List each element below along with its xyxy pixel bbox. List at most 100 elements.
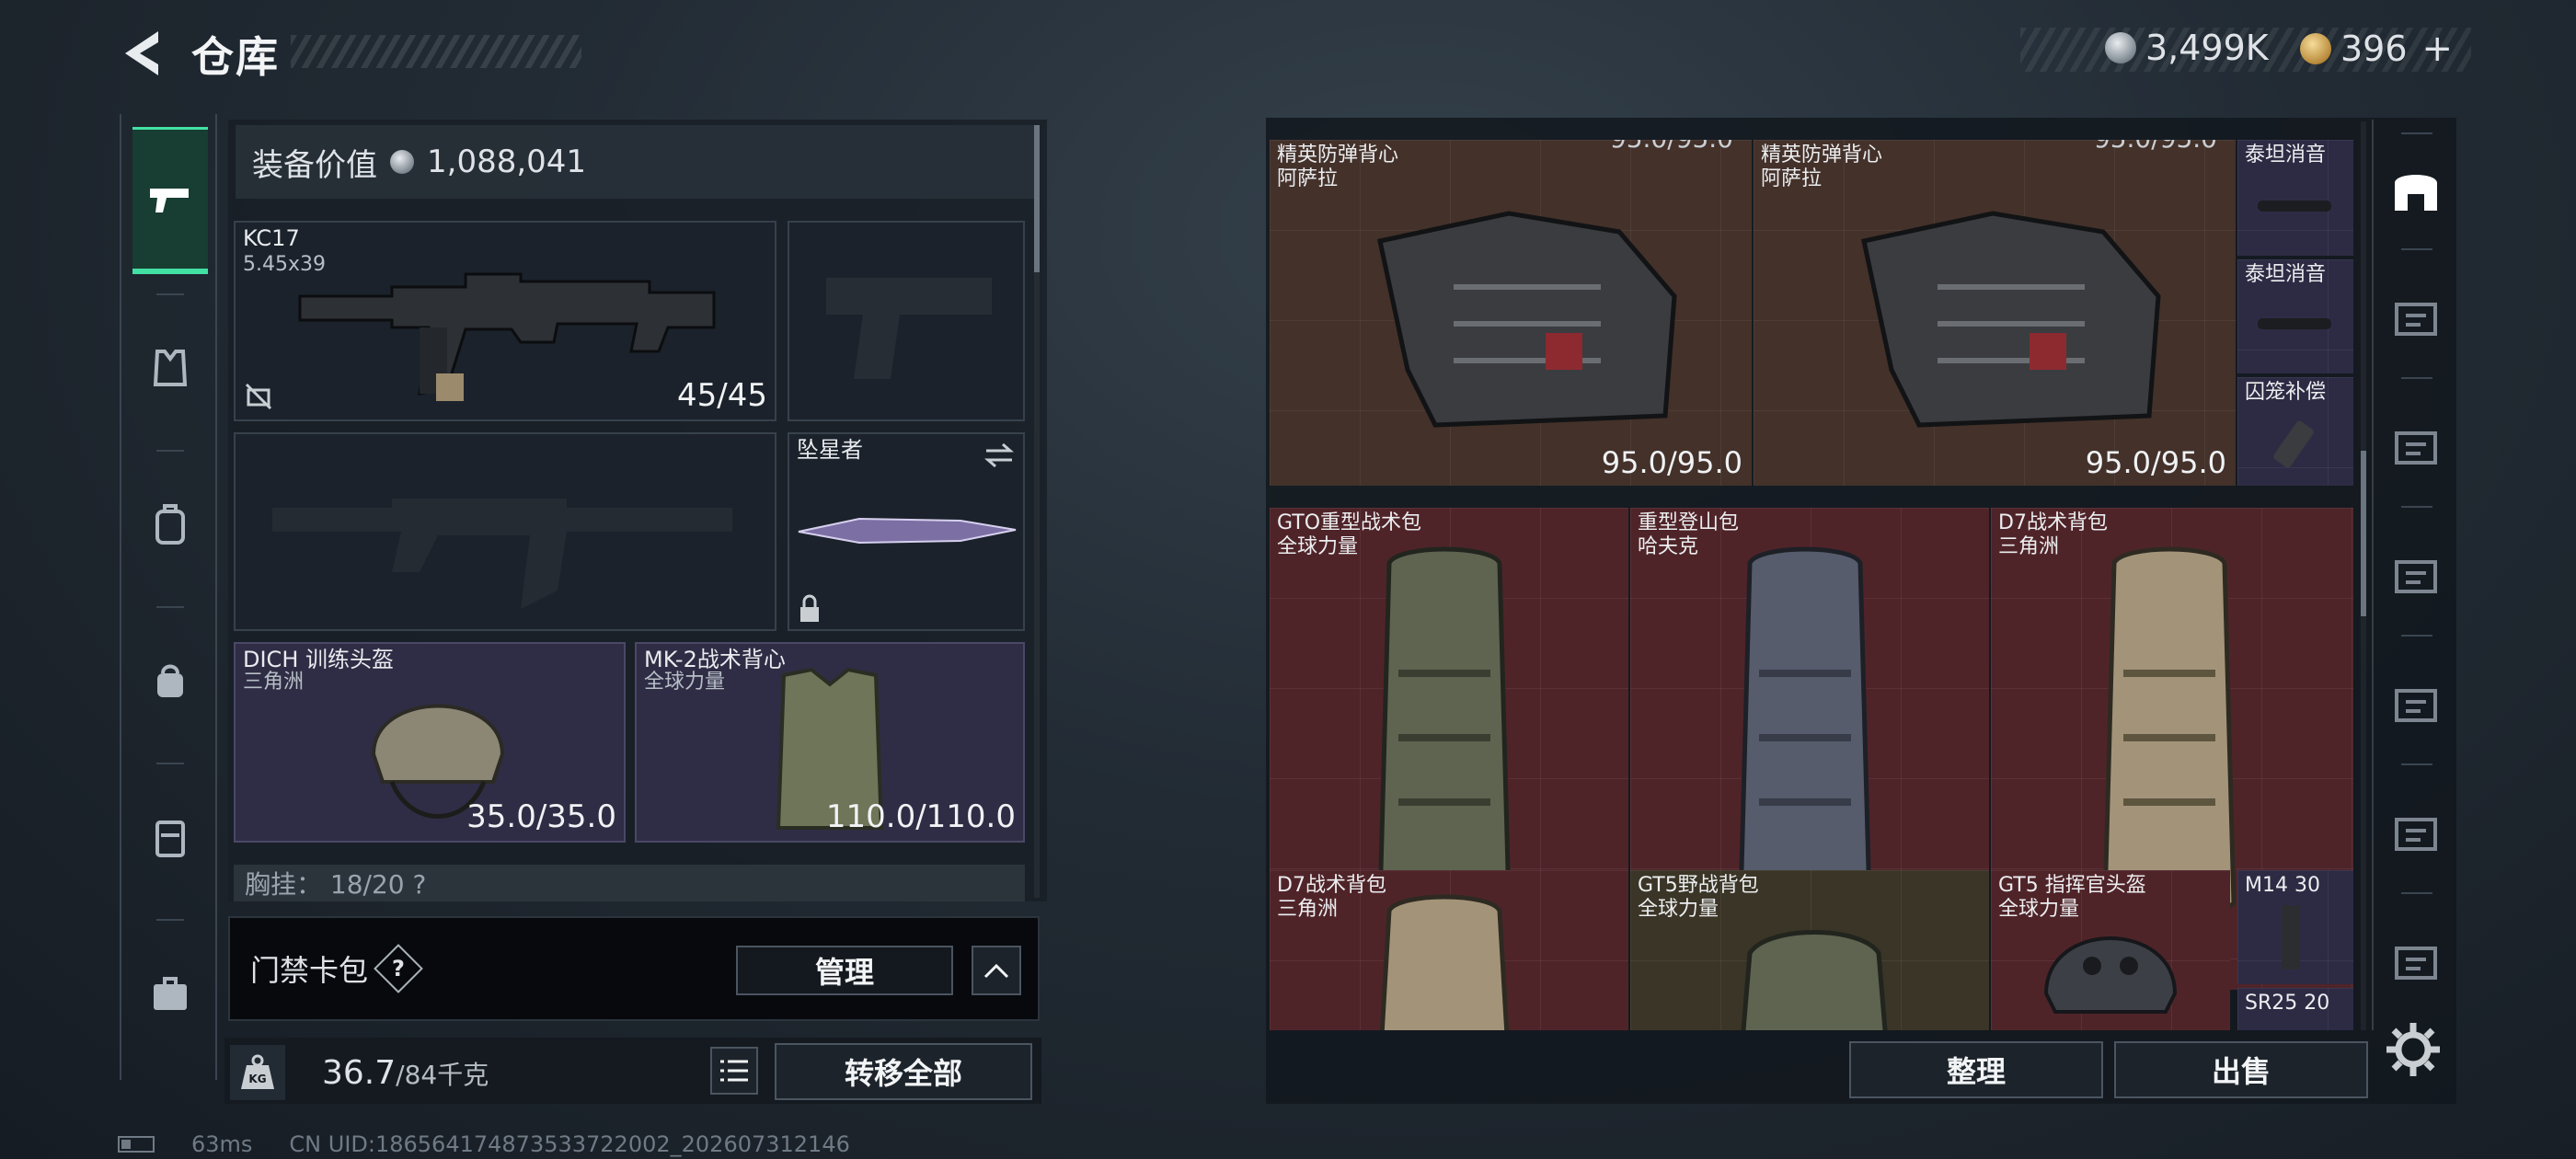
weight-max: /84千克 [396, 1060, 489, 1090]
storage-item[interactable]: SR25 20 [2237, 988, 2353, 1030]
storage-tab-main[interactable] [2383, 156, 2449, 223]
back-arrow-icon[interactable] [116, 26, 167, 81]
briefcase-icon [154, 977, 187, 1010]
item-name: 泰坦消音 [2245, 143, 2327, 166]
item-name: M14 30 [2245, 874, 2320, 897]
melee-slot[interactable]: 坠星者 [788, 432, 1025, 631]
item-brand: 全球力量 [1277, 535, 1359, 558]
storage-scroll-thumb[interactable] [2361, 451, 2366, 616]
lock-icon [800, 594, 819, 622]
silencer-icon [2258, 318, 2331, 329]
storage-item[interactable]: 95.0/95.0 精英防弹背心 阿萨拉 95.0/95.0 [1270, 140, 1752, 486]
uid: CN UID:18656417487353372200​2_2026073121… [289, 1131, 850, 1157]
gold-coin-icon [2300, 33, 2331, 64]
storage-item[interactable]: 囚笼补偿 [2237, 377, 2353, 486]
storage-home-icon [2395, 175, 2437, 211]
equipment-scroll-thumb[interactable] [1034, 125, 1040, 272]
item-durability: 95.0/95.0 [2085, 445, 2226, 480]
swap-icon[interactable] [983, 442, 1016, 469]
item-brand: 三角洲 [1277, 898, 1339, 921]
currency-primary-value: 3,499K [2145, 28, 2269, 68]
nav-backpack[interactable] [132, 451, 208, 598]
item-durability-top: 95.0/95.0 [2094, 140, 2217, 154]
helmet-icon [2043, 936, 2178, 1014]
collapse-button[interactable] [972, 946, 1021, 995]
equipment-value-amount: 1,088,041 [427, 143, 587, 180]
silencer-icon [2258, 201, 2331, 212]
gear-icon[interactable] [2383, 1019, 2444, 1080]
transfer-all-button[interactable]: 转移全部 [775, 1043, 1032, 1100]
add-currency-button[interactable]: + [2422, 28, 2454, 70]
currency-primary: 3,499K [2105, 28, 2269, 68]
chest-rig-row[interactable]: 胸挂： 18/20 ? [234, 865, 1025, 901]
armor-durability: 110.0/110.0 [825, 798, 1016, 835]
backpack-icon [1379, 894, 1510, 1030]
helmet-slot[interactable]: DICH 训练头盔 三角洲 35.0/35.0 [234, 642, 626, 843]
weight-icon: KG [230, 1045, 285, 1100]
item-name: 精英防弹背心 [1761, 143, 1883, 166]
weight-readout: 36.7/84千克 [322, 1054, 489, 1092]
item-brand: 三角洲 [1998, 535, 2060, 558]
chevron-up-icon [983, 963, 1009, 979]
armor-name: MK-2战术背心 [644, 647, 786, 672]
item-name: 精英防弹背心 [1277, 143, 1399, 166]
title-decoration [291, 35, 581, 68]
armor-slot[interactable]: MK-2战术背心 全球力量 110.0/110.0 [635, 642, 1025, 843]
weapon-ammo: 45/45 [677, 377, 767, 414]
storage-expansion-icon [2395, 560, 2437, 593]
sell-button[interactable]: 出售 [2114, 1041, 2368, 1098]
keycard-label-text: 门禁卡包 [250, 953, 369, 988]
item-brand: 全球力量 [1638, 898, 1719, 921]
list-icon [720, 1060, 748, 1082]
ping: 63ms [191, 1131, 253, 1157]
nav-pouch[interactable] [132, 607, 208, 754]
silver-coin-icon [2105, 32, 2136, 63]
storage-tab-2[interactable] [2383, 285, 2449, 351]
item-brand: 哈夫克 [1638, 535, 1699, 558]
storage-item[interactable]: 泰坦消音 [2237, 140, 2353, 256]
storage-item[interactable]: 泰坦消音 [2237, 259, 2353, 373]
nav-container[interactable] [132, 763, 208, 911]
status-bar: 63ms CN UID:18656417487353372200​2_20260… [118, 1131, 850, 1157]
help-icon[interactable]: ? [374, 944, 423, 993]
page-title: 仓库 [191, 32, 280, 82]
armor-vest-icon [1377, 211, 1677, 428]
manage-button[interactable]: 管理 [736, 946, 953, 995]
storage-expansion-icon [2395, 689, 2437, 722]
storage-item[interactable]: D7战术背包 三角洲 [1270, 870, 1628, 1030]
storage-item[interactable]: GT5 指挥官头盔 全球力量 [1991, 870, 2230, 1030]
nav-weapons[interactable] [132, 127, 208, 274]
storage-tab-7[interactable] [2383, 929, 2449, 995]
storage-item[interactable]: 95.0/95.0 精英防弹背心 阿萨拉 95.0/95.0 [1754, 140, 2236, 486]
armor-vest-icon [153, 350, 188, 386]
storage-expansion-icon [2395, 303, 2437, 336]
pistol-slot[interactable] [788, 221, 1025, 421]
nav-armor[interactable] [132, 294, 208, 442]
pouch-icon [157, 664, 183, 697]
storage-tab-5[interactable] [2383, 671, 2449, 738]
storage-expansion-icon [2395, 818, 2437, 851]
rifle-silhouette-icon [272, 499, 732, 609]
currency-secondary[interactable]: 396 + [2300, 28, 2453, 70]
armor-brand: 全球力量 [644, 671, 726, 694]
storage-item[interactable]: GT5野战背包 全球力量 [1630, 870, 1989, 1030]
chest-rig-value: 18/20 [329, 869, 405, 900]
primary-weapon-slot[interactable]: KC17 5.45x39 45/45 [234, 221, 776, 421]
chest-rig-help[interactable]: ? [413, 869, 427, 900]
secondary-weapon-slot[interactable] [234, 432, 776, 631]
nav-case[interactable] [132, 920, 208, 1067]
backpack-icon [1741, 930, 1888, 1030]
storage-tab-6[interactable] [2383, 800, 2449, 866]
storage-tab-3[interactable] [2383, 414, 2449, 480]
item-durability-top: 95.0/95.0 [1610, 140, 1733, 154]
silver-coin-icon [390, 150, 414, 174]
keycard-label: 门禁卡包 ? [250, 944, 423, 993]
storage-tab-4[interactable] [2383, 543, 2449, 609]
equipment-value: 装备价值 1,088,041 [236, 125, 1036, 199]
list-view-button[interactable] [710, 1047, 758, 1095]
storage-item[interactable]: M14 30 [2237, 870, 2353, 984]
item-name: 重型登山包 [1638, 511, 1740, 534]
item-name: GT5 指挥官头盔 [1998, 874, 2146, 897]
storage-expansion-icon [2395, 431, 2437, 465]
sort-button[interactable]: 整理 [1849, 1041, 2103, 1098]
